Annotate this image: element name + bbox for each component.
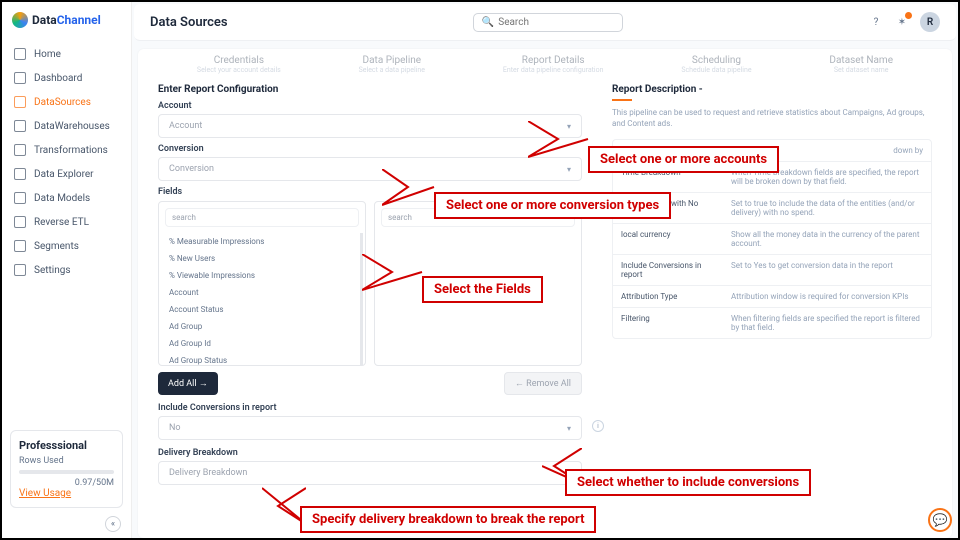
wizard-steps: CredentialsSelect your account details D… xyxy=(158,49,932,84)
account-select[interactable]: Account▾ xyxy=(158,114,582,138)
usage-card: Professsional Rows Used 0.97/50M View Us… xyxy=(10,430,123,508)
remove-all-button: ← Remove All xyxy=(504,372,582,395)
help-icon[interactable]: ? xyxy=(868,14,884,30)
nav-datasources[interactable]: DataSources xyxy=(2,90,131,114)
report-desc-title: Report Description - xyxy=(612,84,932,95)
param-row: Include Conversions in reportSet to Yes … xyxy=(613,255,931,286)
list-item[interactable]: % New Users xyxy=(159,250,360,267)
sidebar: DataChannel Home Dashboard DataSources D… xyxy=(2,2,132,538)
chevron-down-icon: ▾ xyxy=(567,424,571,433)
list-item[interactable]: Account Status xyxy=(159,301,360,318)
usage-bar xyxy=(19,470,114,474)
delivery-breakdown-select[interactable]: Delivery Breakdown▾ xyxy=(158,461,582,485)
rows-used-label: Rows Used xyxy=(19,456,114,466)
topbar: Data Sources 🔍 ? ✶ R xyxy=(134,4,956,41)
models-icon xyxy=(14,192,26,204)
nav-dashboard[interactable]: Dashboard xyxy=(2,66,131,90)
search-input[interactable] xyxy=(498,17,614,28)
nav-home[interactable]: Home xyxy=(2,42,131,66)
brand-logo: DataChannel xyxy=(2,2,131,42)
annotation-accounts: Select one or more accounts xyxy=(588,146,779,173)
explorer-icon xyxy=(14,168,26,180)
home-icon xyxy=(14,48,26,60)
datasources-icon xyxy=(14,96,26,108)
nav-datawarehouses[interactable]: DataWarehouses xyxy=(2,114,131,138)
add-all-button[interactable]: Add All → xyxy=(158,372,218,395)
step-credentials[interactable]: CredentialsSelect your account details xyxy=(197,55,281,74)
sidebar-nav: Home Dashboard DataSources DataWarehouse… xyxy=(2,42,131,422)
nav-data-models[interactable]: Data Models xyxy=(2,186,131,210)
include-conversions-select[interactable]: No▾ xyxy=(158,416,582,440)
brand-name: DataChannel xyxy=(32,13,101,27)
config-section-title: Enter Report Configuration xyxy=(158,84,582,95)
list-item[interactable]: Account xyxy=(159,284,360,301)
search-icon: 🔍 xyxy=(482,17,494,28)
user-avatar[interactable]: R xyxy=(920,12,940,32)
param-key: Filtering xyxy=(613,308,723,338)
step-pipeline[interactable]: Data PipelineSelect a data pipeline xyxy=(359,55,425,74)
rows-value: 0.97/50M xyxy=(19,478,114,488)
annotation-conversion: Select one or more conversion types xyxy=(434,192,671,219)
annotation-delivery: Specify delivery breakdown to break the … xyxy=(300,506,596,533)
step-report-details[interactable]: Report DetailsEnter data pipeline config… xyxy=(503,55,604,74)
notifications-icon[interactable]: ✶ xyxy=(894,14,910,30)
include-conversions-label: Include Conversions in report xyxy=(158,403,582,413)
nav-settings[interactable]: Settings xyxy=(2,258,131,282)
nav-data-explorer[interactable]: Data Explorer xyxy=(2,162,131,186)
conversion-select[interactable]: Conversion▾ xyxy=(158,157,582,181)
chat-support-icon[interactable]: 💬 xyxy=(928,508,952,532)
account-label: Account xyxy=(158,101,582,111)
reverse-etl-icon xyxy=(14,216,26,228)
param-val: Attribution window is required for conve… xyxy=(723,286,931,307)
step-dataset-name[interactable]: Dataset NameSet dataset name xyxy=(829,55,893,74)
list-item[interactable]: Ad Group Id xyxy=(159,335,360,352)
annotation-arrow xyxy=(382,169,436,207)
settings-icon xyxy=(14,264,26,276)
param-val: Set to true to include the data of the e… xyxy=(723,193,931,223)
list-item[interactable]: % Viewable Impressions xyxy=(159,267,360,284)
nav-reverse-etl[interactable]: Reverse ETL xyxy=(2,210,131,234)
nav-transformations[interactable]: Transformations xyxy=(2,138,131,162)
param-key: local currency xyxy=(613,224,723,254)
annotation-fields: Select the Fields xyxy=(422,276,543,303)
global-search[interactable]: 🔍 xyxy=(473,13,623,32)
param-key: Include Conversions in report xyxy=(613,255,723,285)
annotation-arrow xyxy=(528,121,590,159)
chevron-down-icon: ▾ xyxy=(567,165,571,174)
transform-icon xyxy=(14,144,26,156)
annotation-arrow xyxy=(362,254,424,292)
param-val: Set to Yes to get conversion data in the… xyxy=(723,255,931,285)
available-search[interactable]: search xyxy=(165,208,359,227)
plan-name: Professsional xyxy=(19,439,114,452)
info-icon[interactable]: i xyxy=(592,420,604,432)
param-row: Attribution TypeAttribution window is re… xyxy=(613,286,931,308)
list-item[interactable]: Ad Group xyxy=(159,318,360,335)
step-scheduling[interactable]: SchedulingSchedule data pipeline xyxy=(681,55,751,74)
page-title: Data Sources xyxy=(150,15,228,30)
view-usage-link[interactable]: View Usage xyxy=(19,488,71,499)
param-val: When filtering fields are specified the … xyxy=(723,308,931,338)
available-fields-list: search % Measurable Impressions% New Use… xyxy=(158,201,366,366)
nav-segments[interactable]: Segments xyxy=(2,234,131,258)
list-item[interactable]: Ad Group Status xyxy=(159,352,360,365)
warehouse-icon xyxy=(14,120,26,132)
collapse-sidebar-button[interactable]: « xyxy=(105,516,121,532)
conversion-label: Conversion xyxy=(158,144,582,154)
list-item[interactable]: % Measurable Impressions xyxy=(159,233,360,250)
param-val: Show all the money data in the currency … xyxy=(723,224,931,254)
param-row: local currencyShow all the money data in… xyxy=(613,224,931,255)
segments-icon xyxy=(14,240,26,252)
param-key: Attribution Type xyxy=(613,286,723,307)
logo-icon xyxy=(12,12,28,28)
dashboard-icon xyxy=(14,72,26,84)
annotation-include-conv: Select whether to include conversions xyxy=(565,469,811,496)
param-row: FilteringWhen filtering fields are speci… xyxy=(613,308,931,338)
accent-underline xyxy=(612,99,632,101)
delivery-breakdown-label: Delivery Breakdown xyxy=(158,448,582,458)
report-desc-text: This pipeline can be used to request and… xyxy=(612,107,932,129)
